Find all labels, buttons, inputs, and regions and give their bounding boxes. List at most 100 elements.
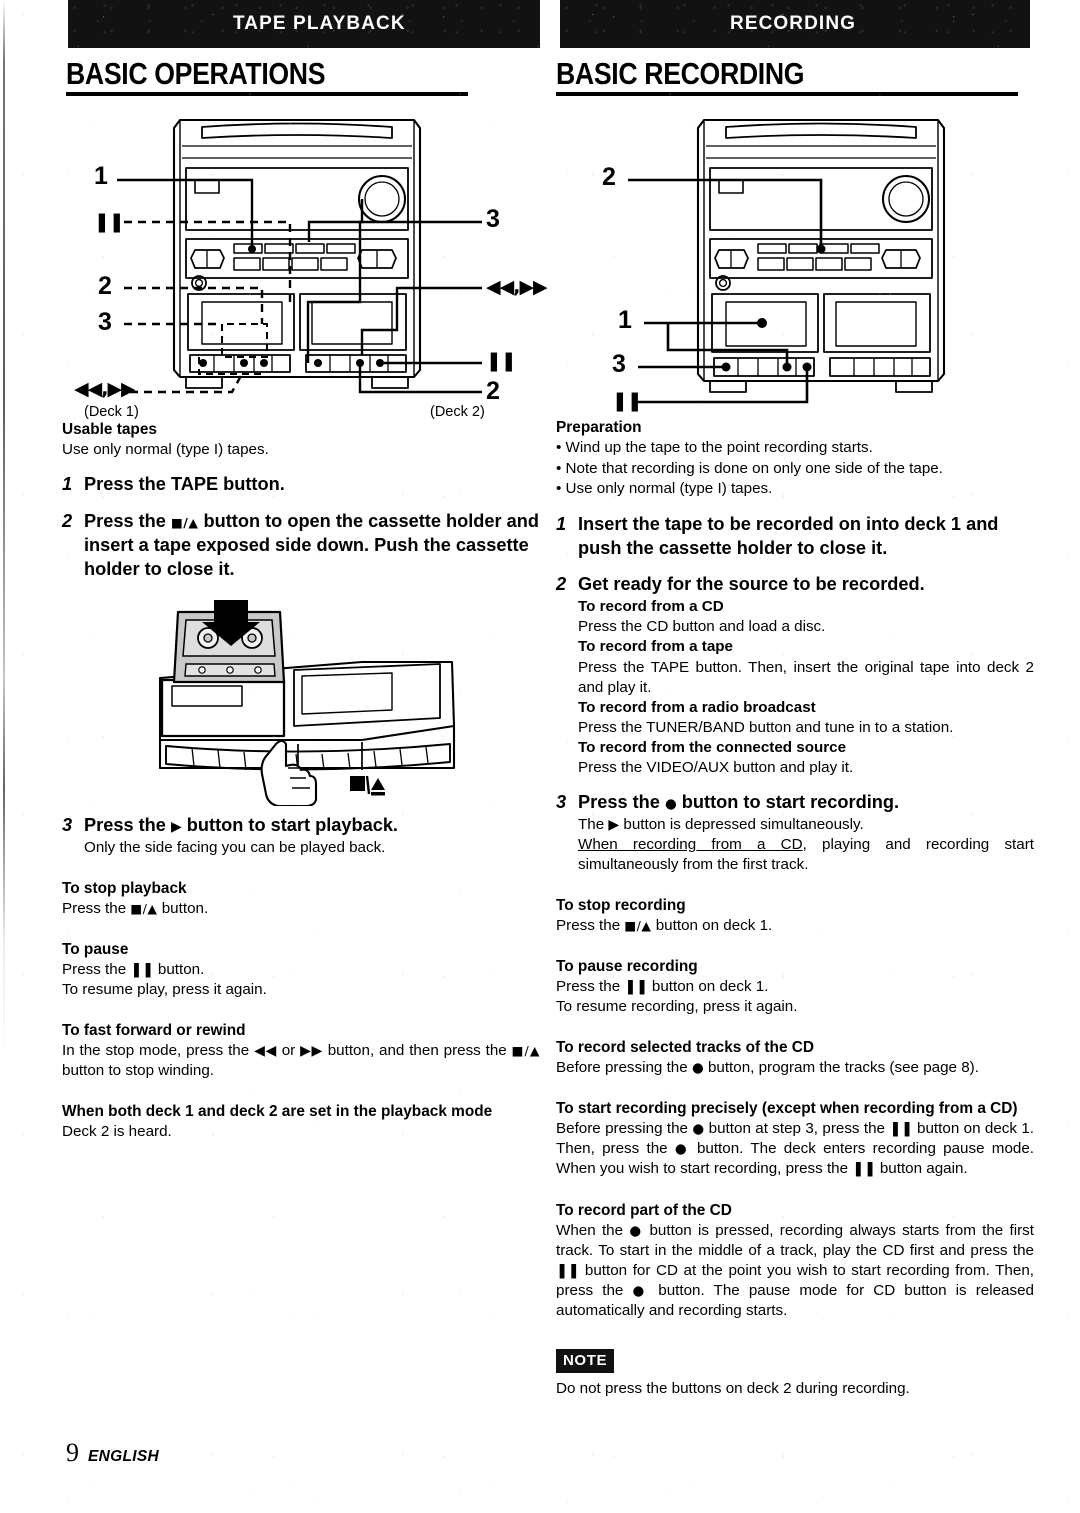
text-before: When the: [556, 1221, 630, 1239]
usable-tapes-heading: Usable tapes: [62, 421, 157, 439]
text-after: button.: [157, 899, 209, 917]
right-column: RECORDING BASIC RECORDING 2 1 3 ❚❚ Prepa…: [556, 0, 1034, 1399]
section-heading: BASIC OPERATIONS: [66, 56, 326, 91]
step-2-text: Get ready for the source to be recorded.: [578, 574, 925, 595]
page-language: ENGLISH: [88, 1448, 159, 1465]
text-before: Press the: [556, 978, 625, 996]
stop-eject-icon: ■/▲: [511, 1042, 540, 1058]
heading-rule: [66, 92, 468, 97]
fast-forward-icon: ▶▶: [300, 1042, 323, 1059]
to-start-recording-precisely-text: Before pressing the ● button at step 3, …: [556, 1119, 1034, 1179]
to-pause-text-2: To resume play, press it again.: [62, 980, 267, 998]
both-decks-section: When both deck 1 and deck 2 are set in t…: [62, 1102, 540, 1142]
to-stop-recording-text: Press the ■/▲ button on deck 1.: [556, 916, 1034, 936]
step-1-text: Press the TAPE button.: [84, 474, 285, 495]
callout-ffrew-deck1: ◀◀,▶▶: [74, 378, 136, 401]
step-3-number: 3: [62, 814, 73, 835]
to-record-selected-tracks-section: To record selected tracks of the CD Befo…: [556, 1038, 1034, 1078]
text-after: button is depressed simultaneously.: [619, 815, 864, 833]
step-1-text: Insert the tape to be recorded on into d…: [578, 513, 999, 558]
source-text-tape: Press the TAPE button. Then, insert the …: [578, 658, 1034, 696]
to-stop-playback-heading: To stop playback: [62, 879, 187, 897]
to-record-part-of-cd-text: When the ● button is pressed, recording …: [556, 1221, 1034, 1321]
callout-pause: ❚❚: [612, 390, 643, 413]
to-pause-section: To pause Press the ❚❚ button. To resume …: [62, 940, 540, 1000]
callout-3: 3: [612, 350, 626, 379]
callout-2-left: 2: [98, 272, 112, 301]
text-before: Before pressing the: [556, 1059, 692, 1077]
stop-eject-icon: ■/▲: [170, 515, 199, 531]
source-text-radio: Press the TUNER/BAND button and tune in …: [578, 718, 954, 736]
scan-edge-artifact: [3, 0, 5, 1513]
callout-1: 1: [94, 162, 108, 191]
bullet-item: • Use only normal (type I) tapes.: [556, 480, 773, 498]
step-2-number: 2: [556, 574, 567, 595]
callout-2: 2: [602, 163, 616, 192]
step-3-text-before: Press the: [84, 814, 171, 835]
basic-operations-header: BASIC OPERATIONS: [62, 56, 540, 97]
note-badge: NOTE: [556, 1349, 615, 1373]
left-column: TAPE PLAYBACK BASIC OPERATIONS 1 ❚❚ 2 3 …: [62, 0, 548, 1142]
source-text-connected: Press the VIDEO/AUX button and play it.: [578, 758, 854, 776]
page-footer: 9 ENGLISH: [66, 1438, 159, 1468]
text-before: Press the: [556, 916, 625, 934]
stereo-system-illustration: [628, 119, 946, 404]
text-after-2: button to stop winding.: [62, 1061, 214, 1079]
pause-icon: ❚❚: [889, 1121, 913, 1138]
callout-3-left: 3: [98, 308, 112, 337]
record-icon: ●: [632, 1282, 650, 1299]
step-3: 3 Press the ▶ button to start playback.: [62, 814, 540, 838]
text-before: Press the: [62, 899, 131, 917]
bullet-item: • Wind up the tape to the point recordin…: [556, 439, 873, 457]
step-1: 1 Insert the tape to be recorded on into…: [556, 513, 1034, 561]
step-3: 3 Press the ● button to start recording.: [556, 791, 1034, 815]
text-mid: or: [276, 1041, 301, 1059]
text-after: button on deck 1.: [651, 916, 773, 934]
preparation-bullets: • Wind up the tape to the point recordin…: [556, 438, 1034, 500]
deck-2-label: (Deck 2): [430, 404, 485, 421]
stop-eject-icon: ■/▲: [624, 917, 652, 933]
step-3-text: Press the ▶ button to start playback.: [84, 814, 540, 838]
page-number: 9: [66, 1438, 79, 1467]
text-after: button, program the tracks (see page 8).: [703, 1059, 979, 1077]
source-heading-radio: To record from a radio broadcast: [578, 698, 816, 716]
text-before: Before pressing the: [556, 1120, 693, 1138]
stop-eject-icon: ■/▲: [130, 900, 158, 916]
callout-ffrew-deck2: ◀◀,▶▶: [486, 276, 548, 299]
both-decks-text: Deck 2 is heard.: [62, 1123, 172, 1141]
source-heading-cd: To record from a CD: [578, 598, 724, 616]
to-record-selected-tracks-heading: To record selected tracks of the CD: [556, 1039, 815, 1057]
to-stop-recording-section: To stop recording Press the ■/▲ button o…: [556, 896, 1034, 936]
callout-1: 1: [618, 306, 632, 335]
step-1: 1 Press the TAPE button.: [62, 473, 540, 497]
step-3-subtext-2: When recording from a CD, playing and re…: [578, 835, 1034, 875]
section-heading: BASIC RECORDING: [556, 56, 805, 91]
tape-playback-diagram: 1 ❚❚ 2 3 ◀◀,▶▶ 3 ◀◀,▶▶ ❚❚ 2 (Deck 1) (De…: [62, 102, 548, 420]
text-after-3: button again.: [875, 1160, 968, 1178]
to-fast-forward-section: To fast forward or rewind In the stop mo…: [62, 1021, 540, 1081]
callout-2-right: 2: [486, 377, 500, 406]
bullet-item: • Note that recording is done on only on…: [556, 459, 943, 477]
basic-recording-header: BASIC RECORDING: [556, 56, 1034, 97]
deck-1-label: (Deck 1): [84, 404, 139, 421]
preparation-section: Preparation • Wind up the tape to the po…: [556, 418, 1034, 500]
both-decks-heading: When both deck 1 and deck 2 are set in t…: [62, 1103, 493, 1121]
to-pause-recording-section: To pause recording Press the ❚❚ button o…: [556, 957, 1034, 1017]
callout-pause-deck2: ❚❚: [486, 350, 517, 373]
step-1-number: 1: [62, 474, 73, 495]
text-mid: button at step 3, press the: [704, 1120, 890, 1138]
heading-rule: [556, 92, 1018, 97]
play-icon: ▶: [608, 816, 620, 833]
recording-banner: RECORDING: [560, 0, 1030, 48]
text-before: Press the: [578, 791, 665, 812]
step-2-text-before: Press the: [84, 511, 171, 532]
text-after: button.: [153, 960, 205, 978]
to-record-selected-tracks-text: Before pressing the ● button, program th…: [556, 1058, 1034, 1078]
to-fast-forward-text: In the stop mode, press the ◀◀ or ▶▶ but…: [62, 1041, 540, 1081]
step-2-text: Press the ■/▲ button to open the cassett…: [84, 510, 540, 582]
step-3-number: 3: [556, 791, 567, 812]
rewind-icon: ◀◀: [254, 1042, 277, 1059]
to-start-recording-precisely-section: To start recording precisely (except whe…: [556, 1099, 1034, 1179]
to-pause-recording-text-1: Press the ❚❚ button on deck 1.: [556, 977, 1034, 997]
text-after: button to start recording.: [676, 791, 900, 812]
